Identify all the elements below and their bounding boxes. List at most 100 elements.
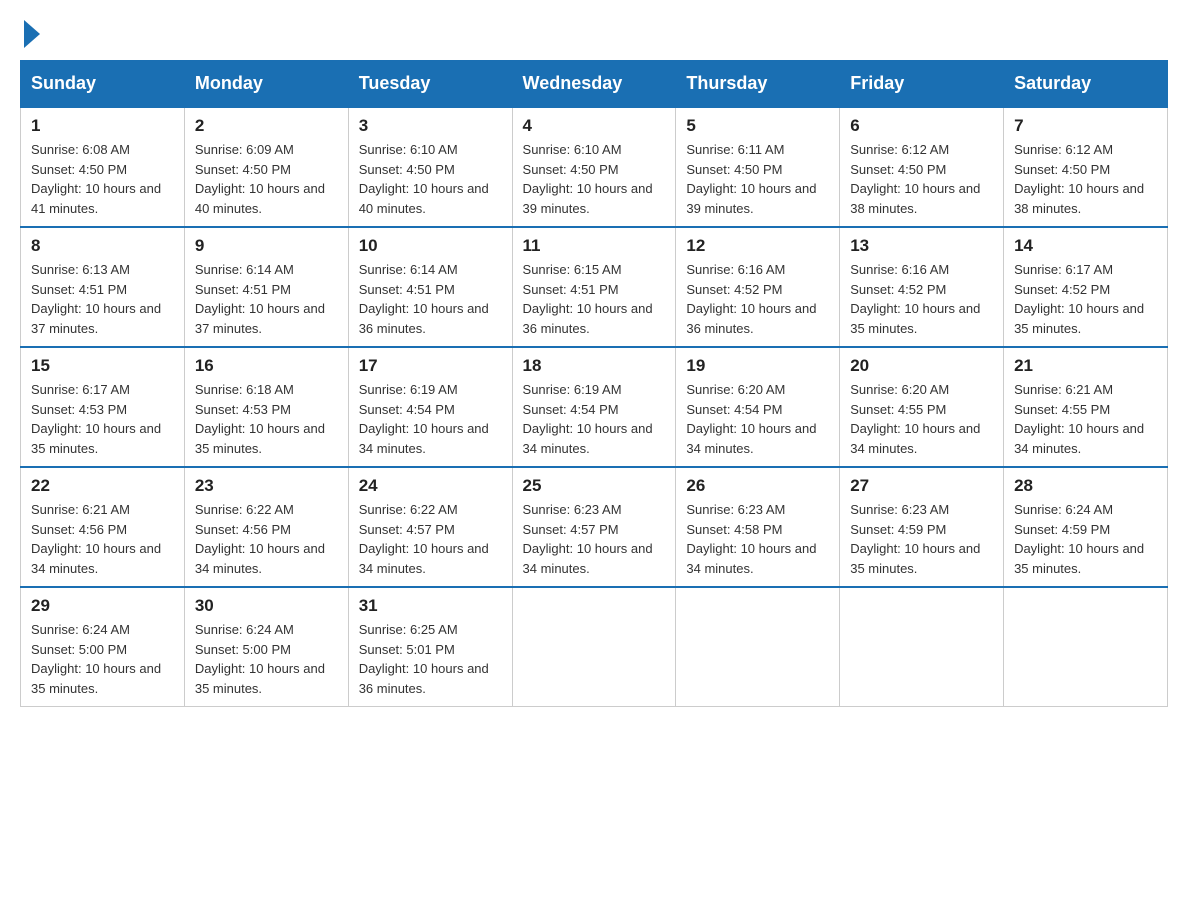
day-info: Sunrise: 6:20 AM Sunset: 4:55 PM Dayligh… [850, 380, 993, 458]
day-number: 17 [359, 356, 502, 376]
day-number: 15 [31, 356, 174, 376]
day-info: Sunrise: 6:08 AM Sunset: 4:50 PM Dayligh… [31, 140, 174, 218]
calendar-cell: 21 Sunrise: 6:21 AM Sunset: 4:55 PM Dayl… [1004, 347, 1168, 467]
calendar-cell: 4 Sunrise: 6:10 AM Sunset: 4:50 PM Dayli… [512, 107, 676, 227]
calendar-cell [1004, 587, 1168, 707]
day-info: Sunrise: 6:14 AM Sunset: 4:51 PM Dayligh… [359, 260, 502, 338]
day-info: Sunrise: 6:21 AM Sunset: 4:56 PM Dayligh… [31, 500, 174, 578]
day-info: Sunrise: 6:12 AM Sunset: 4:50 PM Dayligh… [1014, 140, 1157, 218]
day-info: Sunrise: 6:15 AM Sunset: 4:51 PM Dayligh… [523, 260, 666, 338]
calendar-cell [676, 587, 840, 707]
day-info: Sunrise: 6:11 AM Sunset: 4:50 PM Dayligh… [686, 140, 829, 218]
day-info: Sunrise: 6:25 AM Sunset: 5:01 PM Dayligh… [359, 620, 502, 698]
calendar-header-monday: Monday [184, 61, 348, 108]
calendar-cell: 14 Sunrise: 6:17 AM Sunset: 4:52 PM Dayl… [1004, 227, 1168, 347]
day-number: 27 [850, 476, 993, 496]
day-number: 4 [523, 116, 666, 136]
day-number: 20 [850, 356, 993, 376]
calendar-header-thursday: Thursday [676, 61, 840, 108]
calendar-cell: 20 Sunrise: 6:20 AM Sunset: 4:55 PM Dayl… [840, 347, 1004, 467]
logo-arrow-icon [24, 20, 40, 48]
day-number: 7 [1014, 116, 1157, 136]
calendar-header-friday: Friday [840, 61, 1004, 108]
calendar-cell: 29 Sunrise: 6:24 AM Sunset: 5:00 PM Dayl… [21, 587, 185, 707]
calendar-cell: 9 Sunrise: 6:14 AM Sunset: 4:51 PM Dayli… [184, 227, 348, 347]
day-number: 18 [523, 356, 666, 376]
calendar-cell: 8 Sunrise: 6:13 AM Sunset: 4:51 PM Dayli… [21, 227, 185, 347]
calendar-week-row: 8 Sunrise: 6:13 AM Sunset: 4:51 PM Dayli… [21, 227, 1168, 347]
day-number: 21 [1014, 356, 1157, 376]
day-info: Sunrise: 6:24 AM Sunset: 5:00 PM Dayligh… [31, 620, 174, 698]
calendar-cell: 25 Sunrise: 6:23 AM Sunset: 4:57 PM Dayl… [512, 467, 676, 587]
calendar-cell: 1 Sunrise: 6:08 AM Sunset: 4:50 PM Dayli… [21, 107, 185, 227]
calendar-cell [512, 587, 676, 707]
calendar-cell: 16 Sunrise: 6:18 AM Sunset: 4:53 PM Dayl… [184, 347, 348, 467]
day-info: Sunrise: 6:10 AM Sunset: 4:50 PM Dayligh… [523, 140, 666, 218]
day-info: Sunrise: 6:19 AM Sunset: 4:54 PM Dayligh… [359, 380, 502, 458]
calendar-cell: 23 Sunrise: 6:22 AM Sunset: 4:56 PM Dayl… [184, 467, 348, 587]
calendar-cell: 15 Sunrise: 6:17 AM Sunset: 4:53 PM Dayl… [21, 347, 185, 467]
calendar-cell: 3 Sunrise: 6:10 AM Sunset: 4:50 PM Dayli… [348, 107, 512, 227]
day-info: Sunrise: 6:16 AM Sunset: 4:52 PM Dayligh… [686, 260, 829, 338]
day-number: 6 [850, 116, 993, 136]
day-number: 5 [686, 116, 829, 136]
day-info: Sunrise: 6:19 AM Sunset: 4:54 PM Dayligh… [523, 380, 666, 458]
day-info: Sunrise: 6:23 AM Sunset: 4:59 PM Dayligh… [850, 500, 993, 578]
calendar-cell: 28 Sunrise: 6:24 AM Sunset: 4:59 PM Dayl… [1004, 467, 1168, 587]
calendar-cell: 7 Sunrise: 6:12 AM Sunset: 4:50 PM Dayli… [1004, 107, 1168, 227]
calendar-cell: 31 Sunrise: 6:25 AM Sunset: 5:01 PM Dayl… [348, 587, 512, 707]
calendar-week-row: 22 Sunrise: 6:21 AM Sunset: 4:56 PM Dayl… [21, 467, 1168, 587]
day-info: Sunrise: 6:22 AM Sunset: 4:57 PM Dayligh… [359, 500, 502, 578]
calendar-header-sunday: Sunday [21, 61, 185, 108]
day-info: Sunrise: 6:20 AM Sunset: 4:54 PM Dayligh… [686, 380, 829, 458]
calendar-cell: 11 Sunrise: 6:15 AM Sunset: 4:51 PM Dayl… [512, 227, 676, 347]
day-number: 16 [195, 356, 338, 376]
day-info: Sunrise: 6:17 AM Sunset: 4:53 PM Dayligh… [31, 380, 174, 458]
day-number: 8 [31, 236, 174, 256]
day-number: 26 [686, 476, 829, 496]
day-info: Sunrise: 6:16 AM Sunset: 4:52 PM Dayligh… [850, 260, 993, 338]
day-number: 13 [850, 236, 993, 256]
calendar-week-row: 1 Sunrise: 6:08 AM Sunset: 4:50 PM Dayli… [21, 107, 1168, 227]
day-number: 19 [686, 356, 829, 376]
day-number: 9 [195, 236, 338, 256]
day-number: 30 [195, 596, 338, 616]
day-info: Sunrise: 6:09 AM Sunset: 4:50 PM Dayligh… [195, 140, 338, 218]
day-number: 14 [1014, 236, 1157, 256]
calendar-cell: 18 Sunrise: 6:19 AM Sunset: 4:54 PM Dayl… [512, 347, 676, 467]
day-number: 3 [359, 116, 502, 136]
day-info: Sunrise: 6:18 AM Sunset: 4:53 PM Dayligh… [195, 380, 338, 458]
calendar-cell: 24 Sunrise: 6:22 AM Sunset: 4:57 PM Dayl… [348, 467, 512, 587]
calendar-cell: 6 Sunrise: 6:12 AM Sunset: 4:50 PM Dayli… [840, 107, 1004, 227]
calendar-week-row: 15 Sunrise: 6:17 AM Sunset: 4:53 PM Dayl… [21, 347, 1168, 467]
calendar-header-saturday: Saturday [1004, 61, 1168, 108]
day-number: 2 [195, 116, 338, 136]
calendar-cell: 19 Sunrise: 6:20 AM Sunset: 4:54 PM Dayl… [676, 347, 840, 467]
calendar-header-row: SundayMondayTuesdayWednesdayThursdayFrid… [21, 61, 1168, 108]
calendar-table: SundayMondayTuesdayWednesdayThursdayFrid… [20, 60, 1168, 707]
day-info: Sunrise: 6:12 AM Sunset: 4:50 PM Dayligh… [850, 140, 993, 218]
calendar-cell: 13 Sunrise: 6:16 AM Sunset: 4:52 PM Dayl… [840, 227, 1004, 347]
calendar-cell: 5 Sunrise: 6:11 AM Sunset: 4:50 PM Dayli… [676, 107, 840, 227]
day-number: 12 [686, 236, 829, 256]
calendar-cell: 10 Sunrise: 6:14 AM Sunset: 4:51 PM Dayl… [348, 227, 512, 347]
calendar-cell: 22 Sunrise: 6:21 AM Sunset: 4:56 PM Dayl… [21, 467, 185, 587]
calendar-cell: 26 Sunrise: 6:23 AM Sunset: 4:58 PM Dayl… [676, 467, 840, 587]
day-info: Sunrise: 6:14 AM Sunset: 4:51 PM Dayligh… [195, 260, 338, 338]
day-number: 28 [1014, 476, 1157, 496]
day-info: Sunrise: 6:23 AM Sunset: 4:57 PM Dayligh… [523, 500, 666, 578]
day-info: Sunrise: 6:23 AM Sunset: 4:58 PM Dayligh… [686, 500, 829, 578]
day-number: 29 [31, 596, 174, 616]
day-number: 1 [31, 116, 174, 136]
calendar-week-row: 29 Sunrise: 6:24 AM Sunset: 5:00 PM Dayl… [21, 587, 1168, 707]
day-info: Sunrise: 6:24 AM Sunset: 5:00 PM Dayligh… [195, 620, 338, 698]
calendar-cell: 12 Sunrise: 6:16 AM Sunset: 4:52 PM Dayl… [676, 227, 840, 347]
day-info: Sunrise: 6:17 AM Sunset: 4:52 PM Dayligh… [1014, 260, 1157, 338]
page-header [20, 20, 1168, 40]
day-info: Sunrise: 6:21 AM Sunset: 4:55 PM Dayligh… [1014, 380, 1157, 458]
day-number: 10 [359, 236, 502, 256]
day-number: 24 [359, 476, 502, 496]
day-number: 11 [523, 236, 666, 256]
day-info: Sunrise: 6:13 AM Sunset: 4:51 PM Dayligh… [31, 260, 174, 338]
calendar-cell [840, 587, 1004, 707]
